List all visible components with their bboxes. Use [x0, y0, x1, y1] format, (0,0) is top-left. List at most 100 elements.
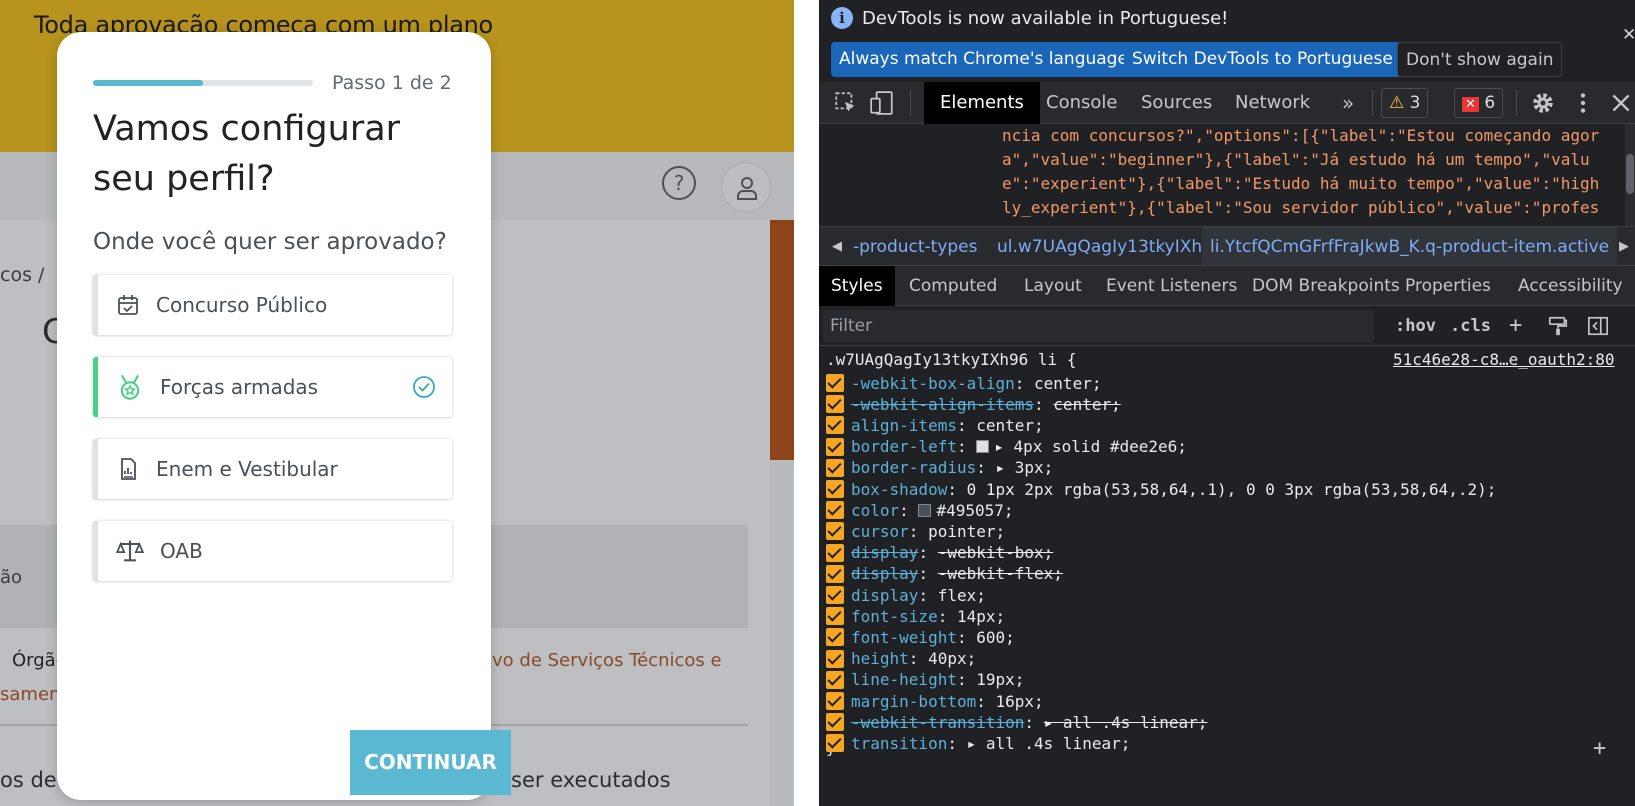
property-name[interactable]: cursor — [851, 522, 909, 541]
declaration-checkbox[interactable] — [826, 437, 844, 456]
declaration-checkbox[interactable] — [826, 374, 844, 392]
property-name[interactable]: height — [851, 649, 909, 668]
property-value[interactable]: #495057; — [936, 501, 1013, 520]
option-oab[interactable]: OAB — [93, 521, 452, 581]
property-value[interactable]: flex; — [938, 586, 986, 605]
property-name[interactable]: margin-bottom — [851, 692, 976, 711]
property-name[interactable]: line-height — [851, 670, 957, 689]
device-toolbar-icon[interactable] — [869, 90, 895, 116]
dont-show-again-button[interactable]: Don't show again — [1397, 42, 1563, 77]
declaration-checkbox[interactable] — [826, 607, 844, 626]
errors-badge[interactable]: ✕ 6 — [1454, 88, 1504, 118]
paint-roller-icon[interactable] — [1547, 315, 1569, 337]
always-match-language-button[interactable]: Always match Chrome's language — [831, 42, 1136, 77]
declaration-checkbox[interactable] — [826, 564, 844, 583]
styles-filter-input[interactable]: Filter — [823, 310, 1374, 342]
property-name[interactable]: font-weight — [851, 628, 957, 647]
cls-toggle[interactable]: .cls — [1450, 306, 1491, 346]
property-value[interactable]: 16px; — [996, 692, 1044, 711]
css-declaration[interactable]: box-shadow: 0 1px 2px rgba(53,58,64,.1),… — [826, 478, 1496, 500]
property-name[interactable]: display — [851, 543, 918, 562]
scroll-thumb[interactable] — [1626, 154, 1634, 194]
css-declaration[interactable]: -webkit-box-align: center; — [826, 372, 1101, 394]
crumb-right-arrow[interactable]: ▶ — [1619, 227, 1629, 265]
crumb-product-types[interactable]: -product-types — [853, 227, 978, 265]
property-name[interactable]: -webkit-box-align — [851, 374, 1015, 393]
css-declaration[interactable]: border-radius: ▸ 3px; — [826, 457, 1053, 479]
property-value[interactable]: 0 1px 2px rgba(53,58,64,.1), 0 0 3px rgb… — [967, 480, 1497, 499]
rule-selector[interactable]: .w7UAgQagIy13tkyIXh96 li { — [826, 350, 1076, 369]
add-property-icon[interactable]: + — [1593, 736, 1606, 761]
property-name[interactable]: transition — [851, 734, 947, 753]
property-name[interactable]: -webkit-align-items — [851, 395, 1034, 414]
gear-icon[interactable] — [1530, 90, 1556, 116]
panel-divider[interactable] — [794, 0, 819, 806]
dom-tree[interactable]: ncia com concursos?","options":[{"label"… — [819, 124, 1635, 226]
tab-elements[interactable]: Elements — [924, 82, 1040, 124]
close-icon[interactable]: ✕ — [1622, 25, 1635, 45]
css-declaration[interactable]: -webkit-transition: ▸ all .4s linear; — [826, 711, 1207, 733]
css-declaration[interactable]: align-items: center; — [826, 414, 1044, 436]
more-tabs-icon[interactable]: » — [1342, 82, 1354, 124]
breadcrumb[interactable]: cos / — [0, 264, 44, 286]
property-name[interactable]: color — [851, 501, 899, 520]
declaration-checkbox[interactable] — [826, 416, 844, 435]
tab-console[interactable]: Console — [1030, 82, 1133, 124]
declaration-checkbox[interactable] — [826, 713, 844, 732]
subtab-accessibility[interactable]: Accessibility — [1506, 266, 1635, 306]
property-name[interactable]: display — [851, 586, 918, 605]
declaration-checkbox[interactable] — [826, 522, 844, 541]
property-value[interactable]: ▸ 4px solid #dee2e6; — [994, 437, 1187, 456]
property-name[interactable]: display — [851, 564, 918, 583]
declaration-checkbox[interactable] — [826, 734, 844, 753]
option-concurso-publico[interactable]: Concurso Público — [93, 275, 452, 335]
inspect-element-icon[interactable] — [833, 90, 859, 116]
subtab-event-listeners[interactable]: Event Listeners — [1094, 266, 1249, 306]
property-value[interactable]: 19px; — [976, 670, 1024, 689]
declaration-checkbox[interactable] — [826, 395, 844, 414]
crumb-left-arrow[interactable]: ◀ — [832, 227, 842, 265]
hov-toggle[interactable]: :hov — [1395, 306, 1436, 346]
property-value[interactable]: 600; — [976, 628, 1015, 647]
css-declaration[interactable]: margin-bottom: 16px; — [826, 690, 1044, 712]
css-declaration[interactable]: -webkit-align-items: center; — [826, 393, 1121, 415]
subtab-computed[interactable]: Computed — [897, 266, 1009, 306]
kebab-menu-icon[interactable] — [1570, 90, 1596, 116]
declaration-checkbox[interactable] — [826, 586, 844, 604]
close-devtools-icon[interactable] — [1608, 90, 1634, 116]
crumb-ul[interactable]: ul.w7UAgQagIy13tkyIXh96 — [997, 227, 1224, 265]
property-value[interactable]: ▸ 3px; — [996, 458, 1054, 477]
css-declaration[interactable]: height: 40px; — [826, 648, 976, 670]
css-declaration[interactable]: display: -webkit-box; — [826, 542, 1053, 564]
css-declaration[interactable]: font-weight: 600; — [826, 626, 1015, 648]
property-value[interactable]: pointer; — [928, 522, 1005, 541]
tab-sources[interactable]: Sources — [1125, 82, 1228, 124]
declaration-checkbox[interactable] — [826, 480, 844, 498]
user-button[interactable] — [721, 162, 771, 212]
declaration-checkbox[interactable] — [826, 670, 844, 689]
css-declaration[interactable]: cursor: pointer; — [826, 520, 1005, 542]
declaration-checkbox[interactable] — [826, 458, 844, 477]
subtab-properties[interactable]: Properties — [1393, 266, 1503, 306]
color-swatch[interactable] — [976, 440, 990, 454]
color-swatch[interactable] — [918, 503, 932, 517]
property-value[interactable]: -webkit-box; — [938, 543, 1054, 562]
option-forcas-armadas[interactable]: Forças armadas — [93, 357, 452, 417]
toggle-sidebar-icon[interactable] — [1587, 315, 1609, 337]
new-rule-icon[interactable]: + — [1509, 306, 1522, 346]
css-declaration[interactable]: font-size: 14px; — [826, 605, 1005, 627]
declaration-checkbox[interactable] — [826, 649, 844, 668]
property-value[interactable]: center; — [1053, 395, 1120, 414]
crumb-li-active[interactable]: li.YtcfQCmGFrfFraJkwB_K.q-product-item.a… — [1202, 227, 1618, 265]
option-enem-vestibular[interactable]: Enem e Vestibular — [93, 439, 452, 499]
css-declaration[interactable]: color: #495057; — [826, 499, 1014, 521]
property-name[interactable]: box-shadow — [851, 480, 947, 499]
property-name[interactable]: border-left — [851, 437, 957, 456]
subtab-layout[interactable]: Layout — [1012, 266, 1094, 306]
property-value[interactable]: -webkit-flex; — [938, 564, 1063, 583]
css-declaration[interactable]: transition: ▸ all .4s linear; — [826, 732, 1130, 754]
property-name[interactable]: border-radius — [851, 458, 976, 477]
property-name[interactable]: font-size — [851, 607, 938, 626]
property-name[interactable]: -webkit-transition — [851, 713, 1024, 732]
subtab-styles[interactable]: Styles — [819, 266, 895, 306]
